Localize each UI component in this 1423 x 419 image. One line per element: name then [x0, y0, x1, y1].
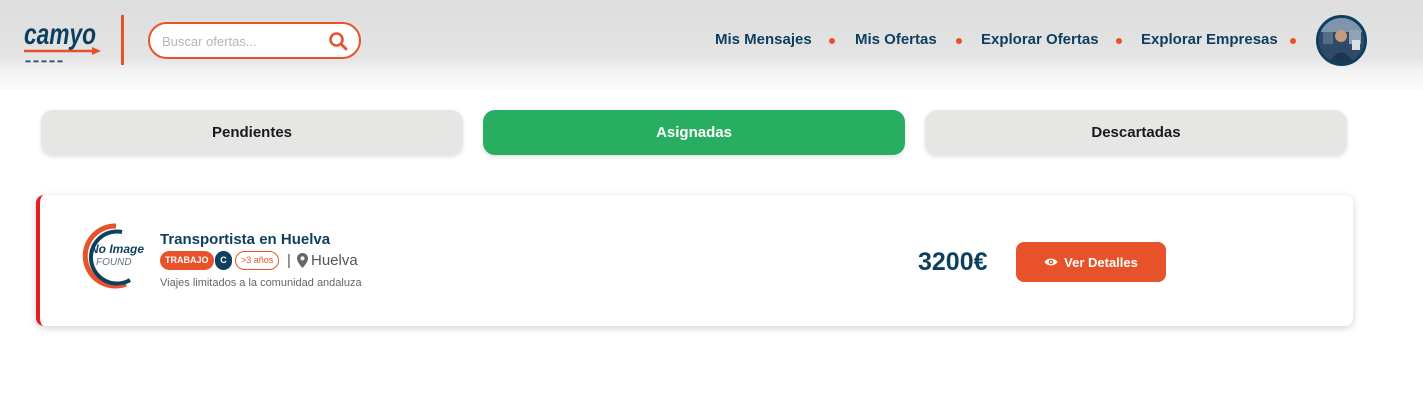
- no-image-placeholder: No Image FOUND: [82, 223, 144, 289]
- nav-explorar-ofertas[interactable]: Explorar Ofertas: [981, 31, 1099, 51]
- location-pin-icon: [297, 253, 308, 268]
- camyo-logo[interactable]: camyo ـ ـ ـ ـ ـ: [22, 16, 102, 64]
- offer-description: Viajes limitados a la comunidad andaluza: [160, 277, 362, 289]
- eye-icon: [1044, 258, 1058, 266]
- avatar-photo: [1319, 18, 1364, 63]
- nav-separator-dot: [1290, 38, 1296, 44]
- view-details-label: Ver Detalles: [1064, 254, 1138, 270]
- view-details-button[interactable]: Ver Detalles: [1016, 242, 1166, 282]
- nav-separator-dot: [956, 38, 962, 44]
- nav-separator-dot: [1116, 38, 1122, 44]
- found-text: FOUND: [96, 257, 132, 268]
- logo-divider: [121, 15, 124, 65]
- svg-text:ـ ـ ـ ـ ـ: ـ ـ ـ ـ ـ: [25, 49, 63, 64]
- no-image-text: No Image: [90, 242, 144, 256]
- tab-descartadas[interactable]: Descartadas: [925, 110, 1347, 155]
- search-input[interactable]: [162, 32, 322, 50]
- job-type-badge: TRABAJO: [160, 251, 214, 270]
- nav-separator-dot: [829, 38, 835, 44]
- tab-pendientes[interactable]: Pendientes: [41, 110, 463, 155]
- search-icon[interactable]: [328, 31, 348, 51]
- experience-badge: >3 años: [235, 251, 280, 270]
- meta-separator: |: [287, 252, 291, 269]
- license-badge: C: [215, 251, 232, 270]
- tab-asignadas[interactable]: Asignadas: [483, 110, 905, 155]
- offer-title[interactable]: Transportista en Huelva: [160, 231, 330, 248]
- user-avatar[interactable]: [1316, 15, 1367, 66]
- logo-text: camyo: [24, 18, 96, 51]
- offer-location: Huelva: [311, 252, 358, 269]
- offer-price: 3200€: [918, 248, 988, 276]
- top-navbar: camyo ـ ـ ـ ـ ـ Mis Mensajes Mis Ofertas…: [0, 0, 1423, 90]
- nav-mis-ofertas[interactable]: Mis Ofertas: [855, 31, 937, 51]
- offer-card: No Image FOUND Transportista en Huelva T…: [36, 195, 1353, 326]
- nav-explorar-empresas[interactable]: Explorar Empresas: [1141, 31, 1278, 51]
- nav-mis-mensajes[interactable]: Mis Mensajes: [715, 31, 812, 51]
- search-box[interactable]: [148, 22, 361, 59]
